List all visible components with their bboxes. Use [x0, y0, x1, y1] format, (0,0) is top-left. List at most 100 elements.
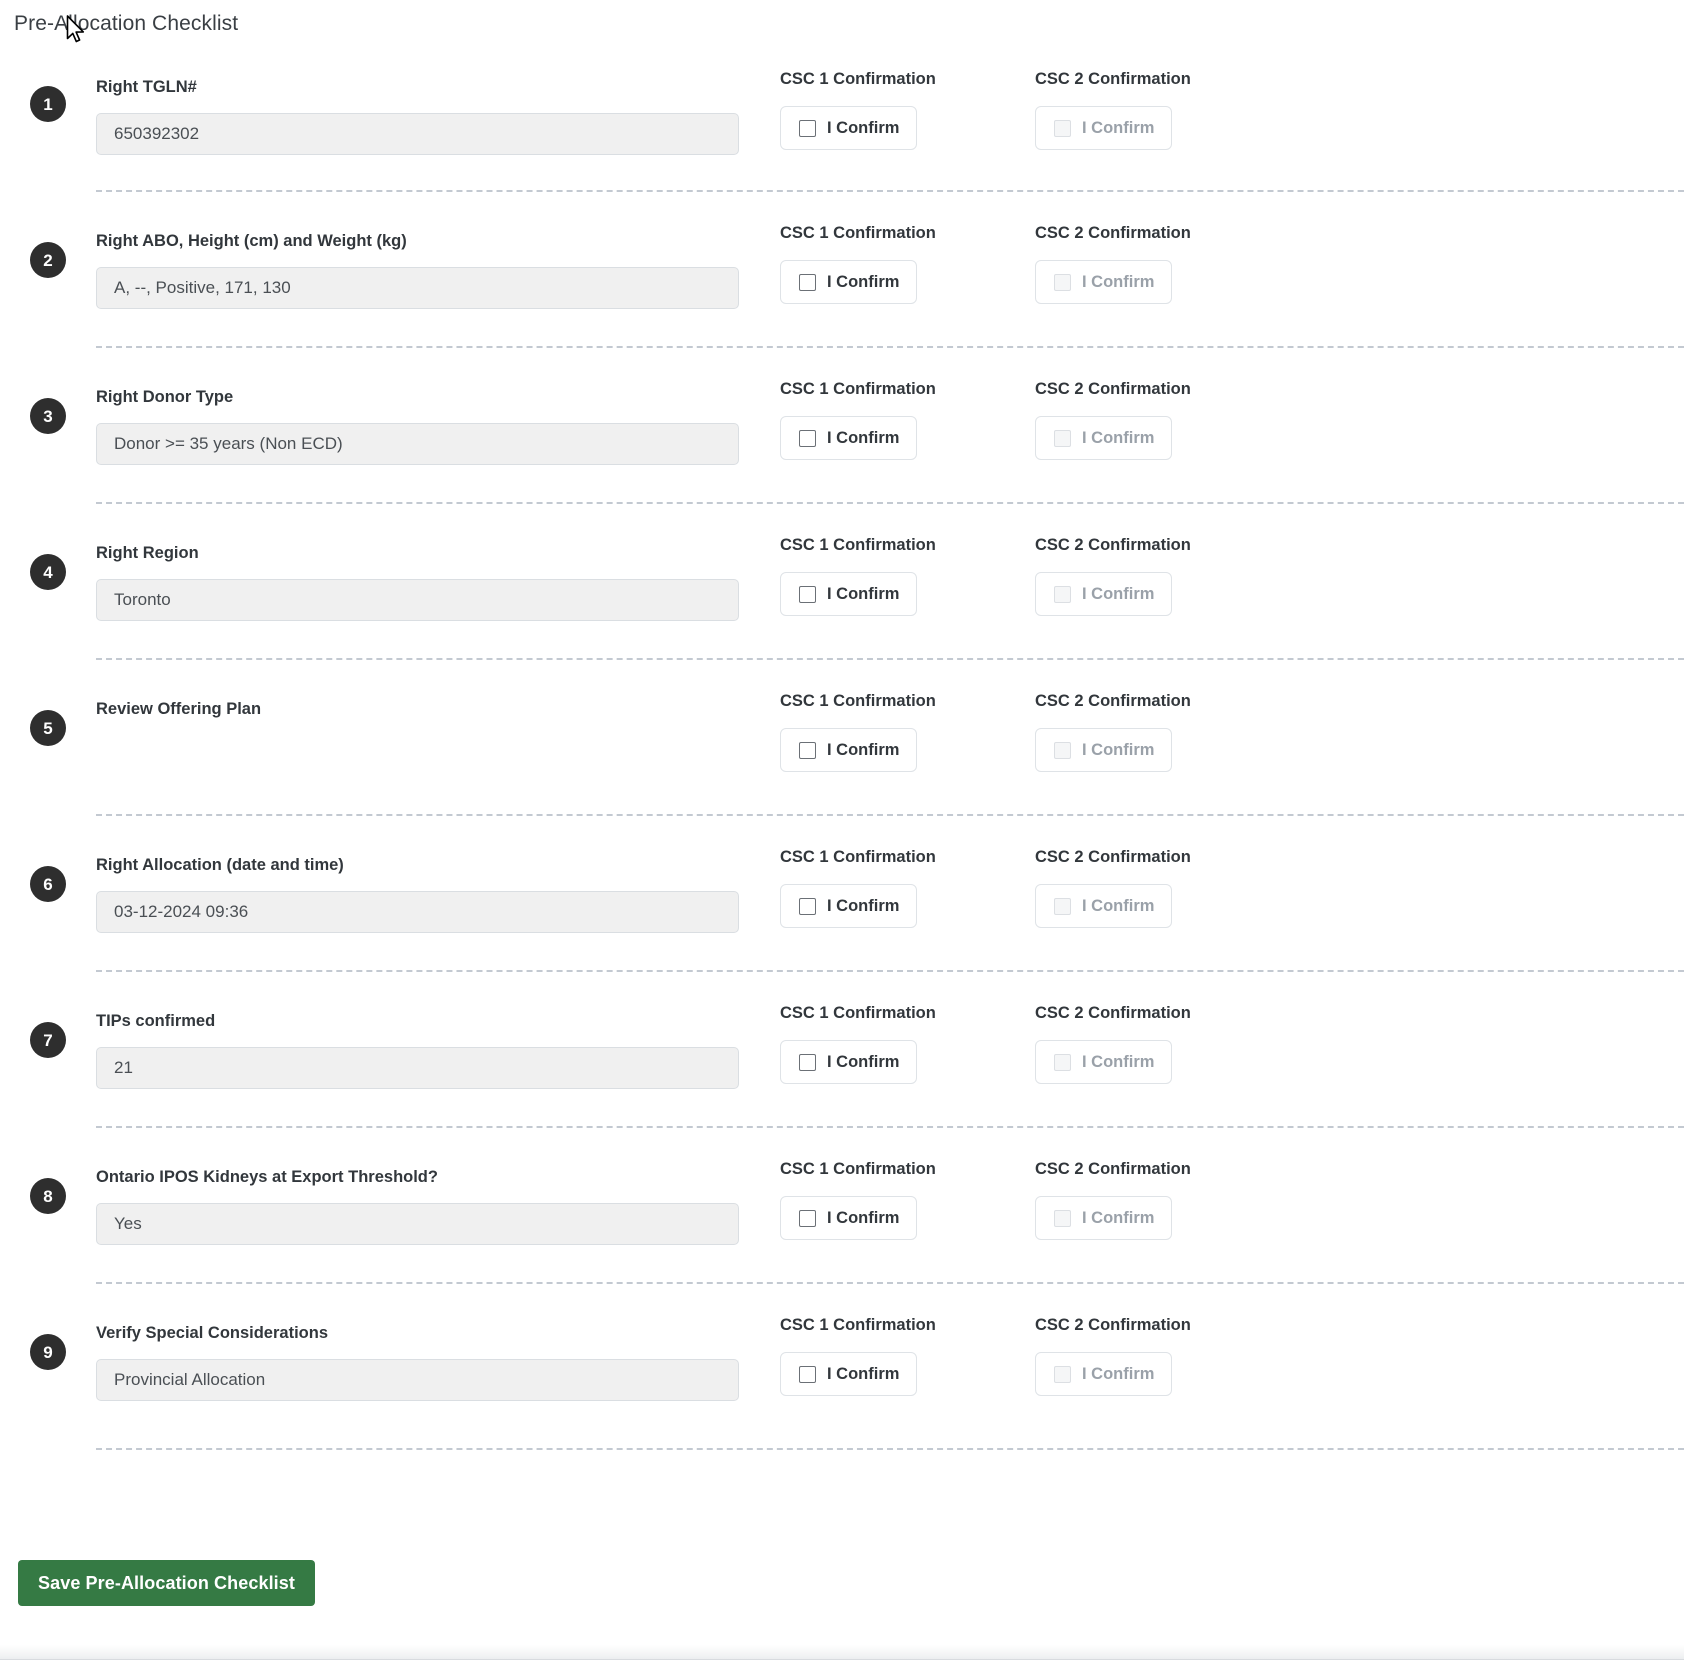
row-divider	[96, 658, 1684, 660]
csc2-confirmation-column: CSC 2 Confirmation I Confirm	[1035, 378, 1295, 460]
csc2-confirmation-header: CSC 2 Confirmation	[1035, 380, 1191, 398]
checkbox-icon[interactable]	[799, 585, 816, 603]
confirm-label: I Confirm	[1082, 1052, 1155, 1071]
confirm-label: I Confirm	[827, 584, 900, 603]
csc1-confirm-checkbox-button[interactable]: I Confirm	[780, 260, 918, 304]
step-number-badge: 7	[30, 1022, 66, 1058]
confirm-label: I Confirm	[1082, 740, 1155, 759]
checkbox-icon	[1054, 1209, 1071, 1227]
field-label: Right Allocation (date and time)	[96, 856, 344, 874]
row-divider	[96, 1126, 1684, 1128]
checklist-row: 8 Ontario IPOS Kidneys at Export Threshol…	[0, 1126, 1684, 1282]
save-pre-allocation-checklist-button[interactable]: Save Pre-Allocation Checklist	[18, 1560, 315, 1606]
field-label: Right Donor Type	[96, 388, 234, 406]
field-column: Verify Special Considerations Provincial …	[96, 1322, 742, 1401]
checklist-row: 3 Right Donor Type Donor >= 35 years (Non …	[0, 346, 1684, 502]
csc2-confirmation-header: CSC 2 Confirmation	[1035, 536, 1191, 554]
checkbox-icon[interactable]	[799, 1053, 816, 1071]
confirm-label: I Confirm	[827, 740, 900, 759]
csc2-confirm-checkbox-button: I Confirm	[1035, 1040, 1173, 1084]
checkbox-icon[interactable]	[799, 273, 816, 291]
csc1-confirmation-header: CSC 1 Confirmation	[780, 1004, 936, 1022]
checkbox-icon[interactable]	[799, 119, 816, 137]
step-number-badge: 4	[30, 554, 66, 590]
field-value-input[interactable]: 21	[96, 1047, 739, 1089]
checkbox-icon[interactable]	[799, 1365, 816, 1383]
row-divider	[96, 814, 1684, 816]
csc1-confirm-checkbox-button[interactable]: I Confirm	[780, 572, 918, 616]
csc1-confirmation-header: CSC 1 Confirmation	[780, 224, 936, 242]
step-number-badge: 9	[30, 1334, 66, 1370]
checkbox-icon	[1054, 1053, 1071, 1071]
csc1-confirmation-column: CSC 1 Confirmation I Confirm	[780, 690, 1040, 772]
csc2-confirmation-column: CSC 2 Confirmation I Confirm	[1035, 222, 1295, 304]
field-label: Verify Special Considerations	[96, 1324, 328, 1342]
field-column: Review Offering Plan	[96, 698, 742, 735]
field-column: Ontario IPOS Kidneys at Export Threshold…	[96, 1166, 742, 1245]
csc2-confirm-checkbox-button: I Confirm	[1035, 106, 1173, 150]
checklist-row: 4 Right Region Toronto CSC 1 Confirmation I …	[0, 502, 1684, 658]
field-label: TIPs confirmed	[96, 1012, 216, 1030]
csc2-confirmation-header: CSC 2 Confirmation	[1035, 224, 1191, 242]
checklist-row: 7 TIPs confirmed 21 CSC 1 Confirmation I Con…	[0, 970, 1684, 1126]
checkbox-icon	[1054, 585, 1071, 603]
csc1-confirm-checkbox-button[interactable]: I Confirm	[780, 416, 918, 460]
field-value-input[interactable]: Yes	[96, 1203, 739, 1245]
field-value-input[interactable]: A, --, Positive, 171, 130	[96, 267, 739, 309]
csc2-confirmation-column: CSC 2 Confirmation I Confirm	[1035, 1158, 1295, 1240]
field-column: Right TGLN# 650392302	[96, 76, 742, 155]
csc1-confirm-checkbox-button[interactable]: I Confirm	[780, 1040, 918, 1084]
checklist-rows: 1 Right TGLN# 650392302 CSC 1 Confirmation I…	[0, 44, 1684, 1438]
csc2-confirmation-header: CSC 2 Confirmation	[1035, 848, 1191, 866]
confirm-label: I Confirm	[1082, 118, 1155, 137]
csc2-confirm-checkbox-button: I Confirm	[1035, 884, 1173, 928]
row-divider	[96, 190, 1684, 192]
csc2-confirmation-header: CSC 2 Confirmation	[1035, 1004, 1191, 1022]
field-label: Right Region	[96, 544, 199, 562]
confirm-label: I Confirm	[1082, 1208, 1155, 1227]
csc1-confirm-checkbox-button[interactable]: I Confirm	[780, 728, 918, 772]
csc2-confirmation-header: CSC 2 Confirmation	[1035, 70, 1191, 88]
csc1-confirmation-header: CSC 1 Confirmation	[780, 692, 936, 710]
field-value-input[interactable]: 650392302	[96, 113, 739, 155]
field-value-input[interactable]: Provincial Allocation	[96, 1359, 739, 1401]
checkbox-icon[interactable]	[799, 741, 816, 759]
csc1-confirmation-header: CSC 1 Confirmation	[780, 536, 936, 554]
field-value-input[interactable]: 03-12-2024 09:36	[96, 891, 739, 933]
csc2-confirmation-column: CSC 2 Confirmation I Confirm	[1035, 534, 1295, 616]
checkbox-icon	[1054, 429, 1071, 447]
csc2-confirm-checkbox-button: I Confirm	[1035, 416, 1173, 460]
checklist-row: 1 Right TGLN# 650392302 CSC 1 Confirmation I…	[0, 44, 1684, 190]
csc1-confirm-checkbox-button[interactable]: I Confirm	[780, 884, 918, 928]
row-divider	[96, 346, 1684, 348]
checkbox-icon[interactable]	[799, 897, 816, 915]
checklist-row: 2 Right ABO, Height (cm) and Weight (kg) A…	[0, 190, 1684, 346]
csc2-confirmation-column: CSC 2 Confirmation I Confirm	[1035, 1002, 1295, 1084]
row-divider	[96, 1282, 1684, 1284]
csc1-confirmation-header: CSC 1 Confirmation	[780, 848, 936, 866]
row-divider	[96, 502, 1684, 504]
csc1-confirm-checkbox-button[interactable]: I Confirm	[780, 106, 918, 150]
checkbox-icon[interactable]	[799, 1209, 816, 1227]
step-number-badge: 6	[30, 866, 66, 902]
csc1-confirmation-column: CSC 1 Confirmation I Confirm	[780, 222, 1040, 304]
csc1-confirmation-column: CSC 1 Confirmation I Confirm	[780, 1158, 1040, 1240]
csc1-confirmation-header: CSC 1 Confirmation	[780, 1160, 936, 1178]
csc2-confirm-checkbox-button: I Confirm	[1035, 1196, 1173, 1240]
csc2-confirmation-header: CSC 2 Confirmation	[1035, 692, 1191, 710]
csc1-confirm-checkbox-button[interactable]: I Confirm	[780, 1196, 918, 1240]
csc1-confirmation-column: CSC 1 Confirmation I Confirm	[780, 846, 1040, 928]
csc2-confirm-checkbox-button: I Confirm	[1035, 1352, 1173, 1396]
checkbox-icon[interactable]	[799, 429, 816, 447]
confirm-label: I Confirm	[827, 428, 900, 447]
csc2-confirm-checkbox-button: I Confirm	[1035, 572, 1173, 616]
confirm-label: I Confirm	[827, 272, 900, 291]
csc1-confirmation-column: CSC 1 Confirmation I Confirm	[780, 68, 1040, 150]
confirm-label: I Confirm	[827, 1364, 900, 1383]
field-value-input[interactable]: Donor >= 35 years (Non ECD)	[96, 423, 739, 465]
csc1-confirmation-column: CSC 1 Confirmation I Confirm	[780, 1314, 1040, 1396]
field-value-input[interactable]: Toronto	[96, 579, 739, 621]
checkbox-icon	[1054, 273, 1071, 291]
step-number-badge: 5	[30, 710, 66, 746]
csc1-confirm-checkbox-button[interactable]: I Confirm	[780, 1352, 918, 1396]
